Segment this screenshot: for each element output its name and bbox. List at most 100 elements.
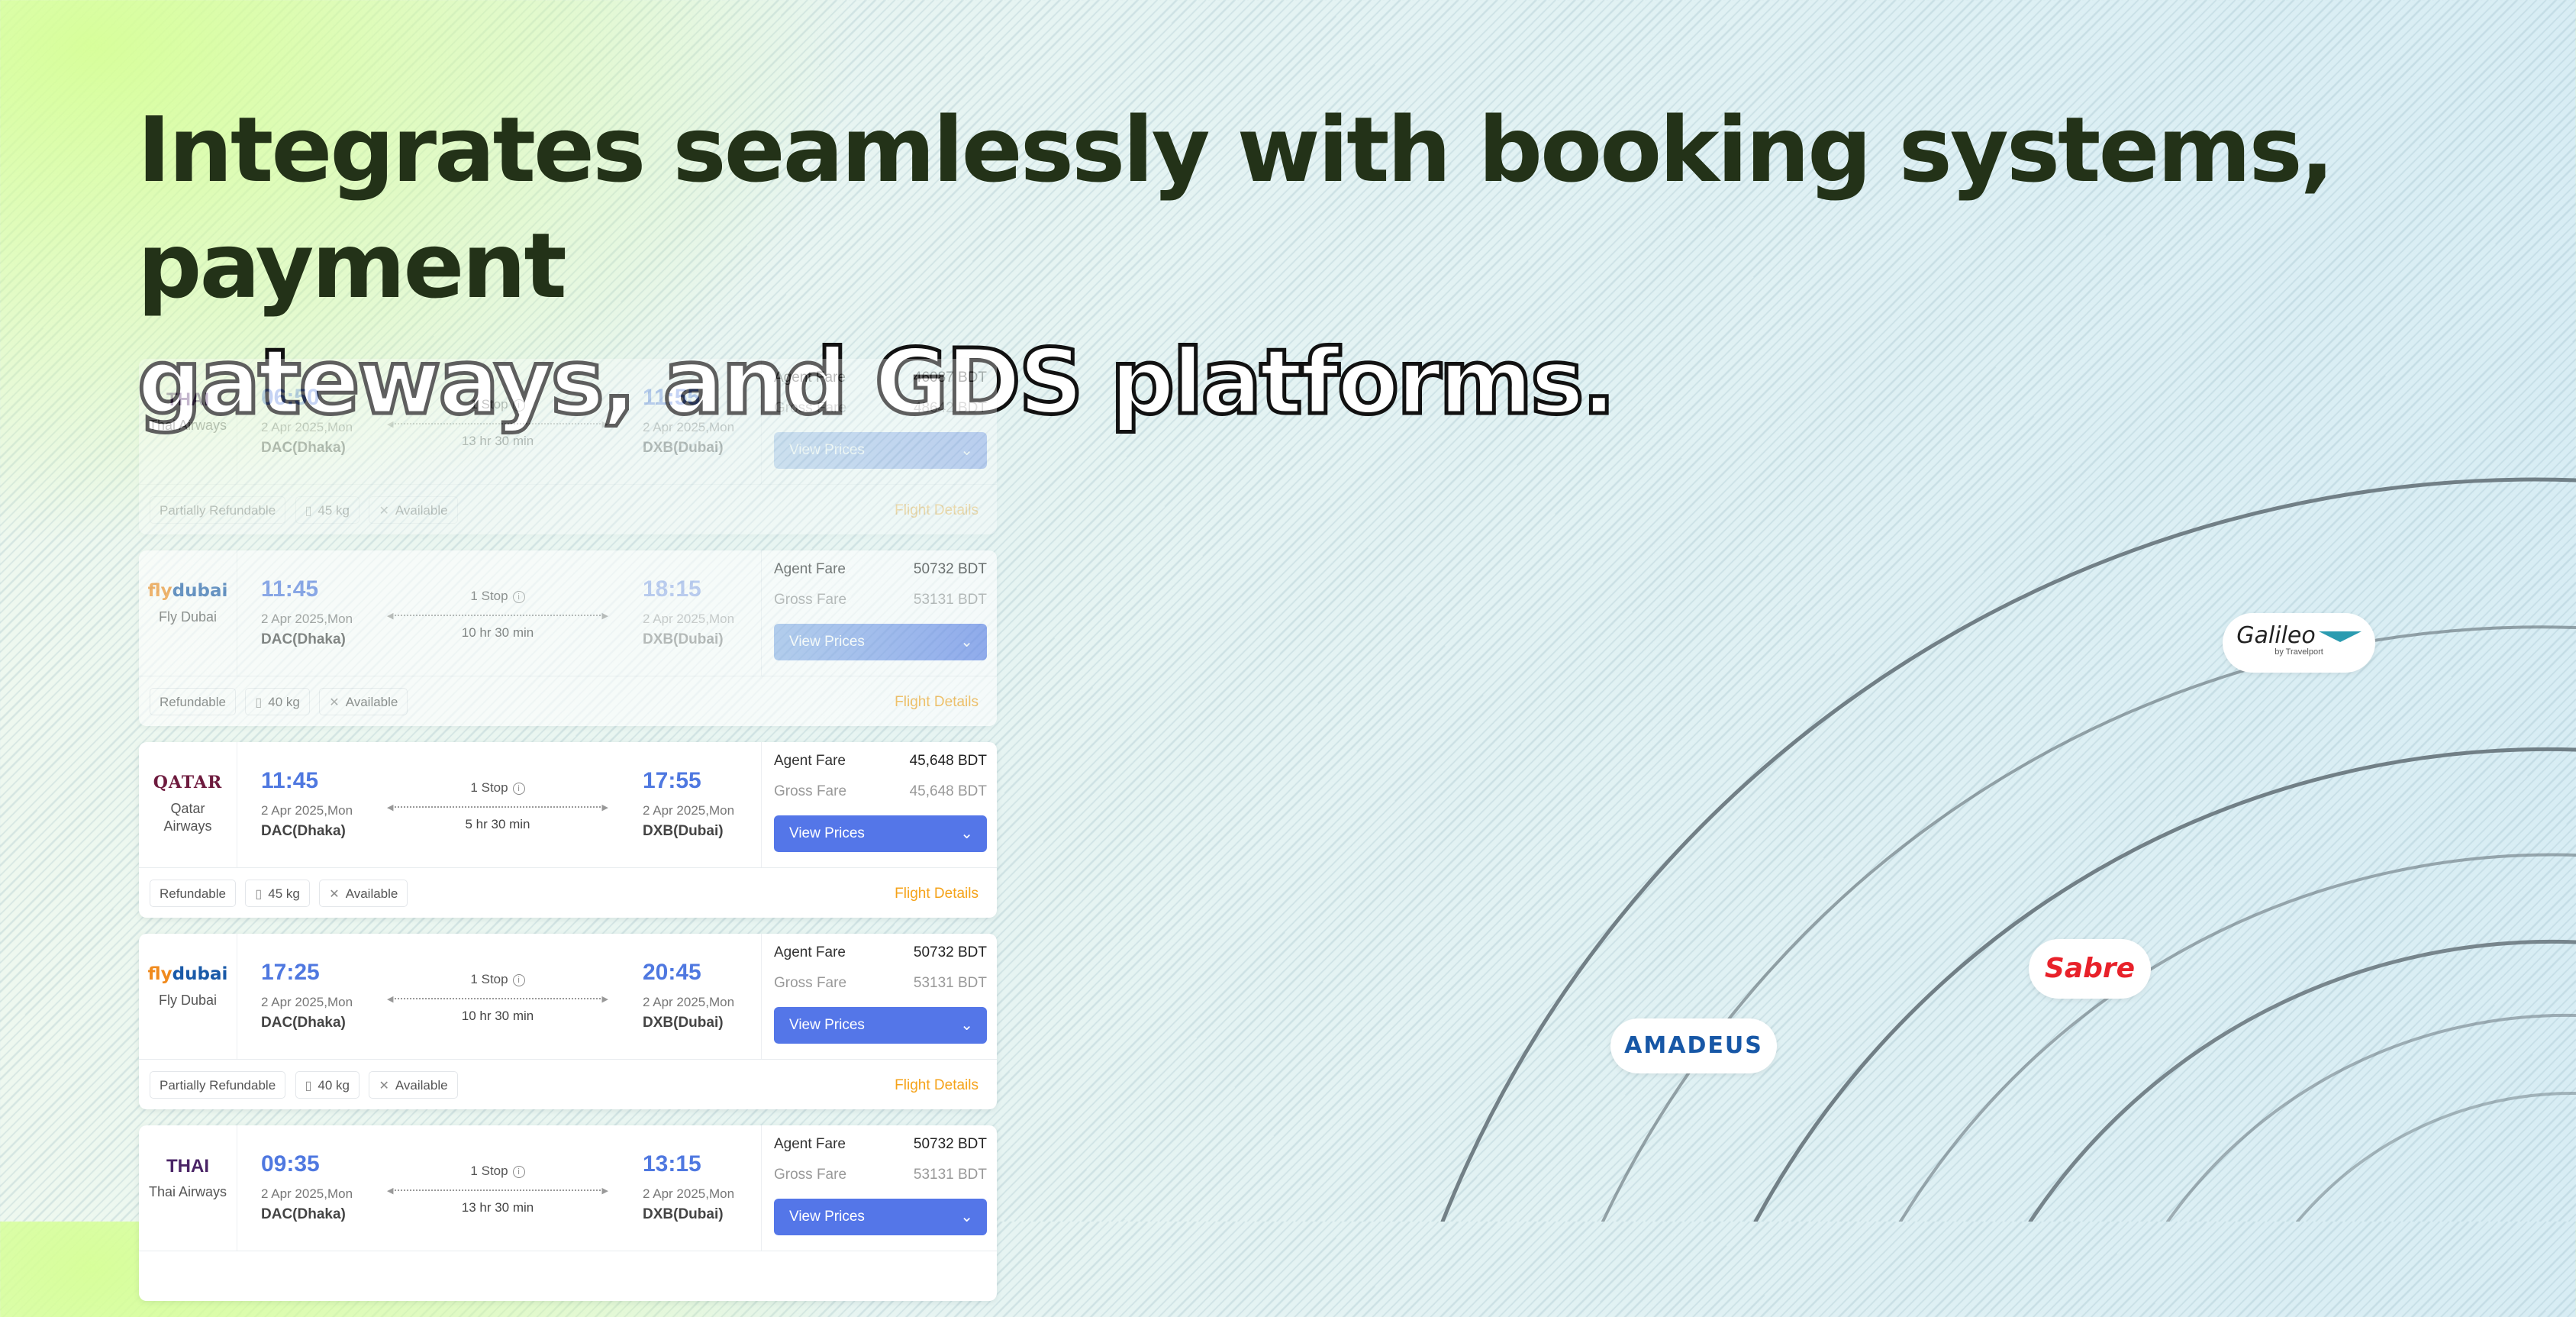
view-prices-button[interactable]: View Prices ⌄ (774, 1199, 987, 1235)
view-prices-button[interactable]: View Prices ⌄ (774, 432, 987, 469)
arc-3 (1753, 747, 2576, 1222)
departure-block: 11:45 2 Apr 2025,Mon DAC(Dhaka) (261, 768, 353, 840)
agent-fare-row: Agent Fare 46087 BDT (774, 370, 987, 386)
gross-fare-label: Gross Fare (774, 592, 847, 608)
info-icon[interactable]: i (512, 782, 525, 795)
meal-value: Available (345, 695, 398, 709)
gross-fare-label: Gross Fare (774, 400, 847, 416)
flight-details-link[interactable]: Flight Details (895, 1077, 978, 1094)
agent-fare-label: Agent Fare (774, 370, 846, 386)
baggage-tag: ▯ 40 kg (245, 688, 310, 715)
airline-logo: flydubai (139, 581, 237, 604)
airline-block: QATAR Qatar Airways (139, 742, 237, 867)
route-info: 1 Stop i ◀ ▶ 10 hr 30 min (387, 589, 608, 641)
flydubai-logo-dubai: dubai (172, 964, 228, 984)
flight-details-link[interactable]: Flight Details (895, 886, 978, 902)
view-prices-button[interactable]: View Prices ⌄ (774, 624, 987, 660)
arrival-block: 17:55 2 Apr 2025,Mon DXB(Dubai) (643, 768, 734, 840)
gross-fare-value: 53131 BDT (913, 1167, 987, 1183)
view-prices-button[interactable]: View Prices ⌄ (774, 815, 987, 852)
baggage-value: 45 kg (268, 886, 300, 901)
flight-tags: Refundable ▯ 45 kg ✕ Available (150, 880, 414, 907)
plane-left-icon: ◀ (387, 1186, 394, 1196)
departure-date: 2 Apr 2025,Mon (261, 420, 353, 434)
plane-left-icon: ◀ (387, 420, 394, 429)
arrival-time: 17:55 (643, 768, 701, 793)
baggage-icon: ▯ (255, 888, 263, 901)
flight-duration: 10 hr 30 min (461, 1009, 534, 1023)
arrival-city: DXB(Dubai) (643, 440, 724, 456)
flydubai-logo-dubai: dubai (172, 581, 228, 601)
airline-name: Thai Airways (148, 418, 227, 433)
agent-fare-row: Agent Fare 50732 BDT (774, 561, 987, 578)
baggage-tag: ▯ 45 kg (295, 496, 360, 524)
info-icon[interactable]: i (512, 590, 525, 603)
flight-details-link[interactable]: Flight Details (895, 694, 978, 711)
gross-fare-value: 53131 BDT (913, 975, 987, 991)
flight-results-list: THAI Thai Airways 06:50 2 Apr 2025,Mon D… (139, 359, 997, 1317)
airline-logo: THAI (166, 389, 209, 410)
flight-card-top: THAI Thai Airways 06:50 2 Apr 2025,Mon D… (139, 359, 997, 485)
arc-1 (1440, 477, 2576, 1222)
arrival-city: DXB(Dubai) (643, 823, 724, 839)
agent-fare-value: 50732 BDT (913, 561, 987, 577)
view-prices-label: View Prices (789, 1017, 865, 1033)
meal-icon: ✕ (379, 505, 389, 518)
meal-value: Available (345, 886, 398, 901)
chevron-down-icon: ⌄ (960, 1017, 973, 1034)
arrival-date: 2 Apr 2025,Mon (643, 612, 735, 626)
airline-name: Fly Dubai (158, 993, 218, 1008)
view-prices-label: View Prices (789, 442, 865, 458)
baggage-value: 40 kg (318, 1078, 350, 1093)
agent-fare-value: 50732 BDT (913, 1136, 987, 1152)
departure-city: DAC(Dhaka) (261, 1206, 346, 1222)
agent-fare-label: Agent Fare (774, 753, 846, 769)
arrival-date: 2 Apr 2025,Mon (643, 420, 735, 434)
route-info: 1 Stop i ◀ ▶ 13 hr 30 min (387, 1164, 608, 1215)
info-icon[interactable]: i (512, 399, 525, 412)
plane-left-icon: ◀ (387, 995, 394, 1004)
departure-date: 2 Apr 2025,Mon (261, 803, 353, 818)
refund-tag: Refundable (150, 688, 236, 715)
arrival-city: DXB(Dubai) (643, 1015, 724, 1031)
departure-city: DAC(Dhaka) (261, 823, 346, 839)
flight-details-link[interactable]: Flight Details (895, 502, 978, 519)
info-icon[interactable]: i (512, 1165, 525, 1178)
chevron-down-icon: ⌄ (960, 1209, 973, 1225)
chevron-down-icon: ⌄ (960, 442, 973, 459)
baggage-icon: ▯ (305, 505, 312, 518)
view-prices-label: View Prices (789, 634, 865, 650)
info-icon[interactable]: i (512, 973, 525, 986)
departure-date: 2 Apr 2025,Mon (261, 612, 353, 626)
flight-tags: Partially Refundable ▯ 40 kg ✕ Available (150, 1071, 464, 1099)
flight-card: QATAR Qatar Airways 11:45 2 Apr 2025,Mon… (139, 742, 997, 918)
departure-time: 11:45 (261, 768, 319, 793)
meal-value: Available (395, 1078, 448, 1093)
galileo-name: Galileo (2236, 622, 2316, 649)
agent-fare-value: 50732 BDT (913, 944, 987, 960)
plane-right-icon: ▶ (601, 995, 608, 1004)
stop-count: 1 Stop (470, 589, 508, 603)
arrival-time: 11:55 (643, 385, 701, 410)
arrival-time: 13:15 (643, 1151, 701, 1177)
meal-icon: ✕ (329, 696, 340, 709)
view-prices-label: View Prices (789, 825, 865, 841)
galileo-logo: Galileo by Travelport (2223, 613, 2375, 673)
route-info: 1 Stop i ◀ ▶ 10 hr 30 min (387, 972, 608, 1024)
view-prices-label: View Prices (789, 1209, 865, 1225)
airline-block: THAI Thai Airways (139, 1125, 237, 1251)
amadeus-logo: AMADEUS (1610, 1018, 1777, 1073)
flight-tags: Partially Refundable ▯ 45 kg ✕ Available (150, 496, 464, 524)
gross-fare-label: Gross Fare (774, 1167, 847, 1183)
fare-block: Agent Fare 45,648 BDT Gross Fare 45,648 BD… (761, 742, 997, 867)
airline-logo: flydubai (139, 964, 237, 987)
gross-fare-row: Gross Fare 53131 BDT (774, 592, 987, 608)
flydubai-logo-fly: fly (147, 581, 172, 601)
gross-fare-label: Gross Fare (774, 783, 847, 799)
arrival-city: DXB(Dubai) (643, 631, 724, 647)
meal-tag: ✕ Available (369, 1071, 458, 1099)
view-prices-button[interactable]: View Prices ⌄ (774, 1007, 987, 1044)
gross-fare-value: 45,648 BDT (909, 783, 987, 799)
departure-block: 17:25 2 Apr 2025,Mon DAC(Dhaka) (261, 960, 353, 1031)
stop-count: 1 Stop (470, 972, 508, 986)
